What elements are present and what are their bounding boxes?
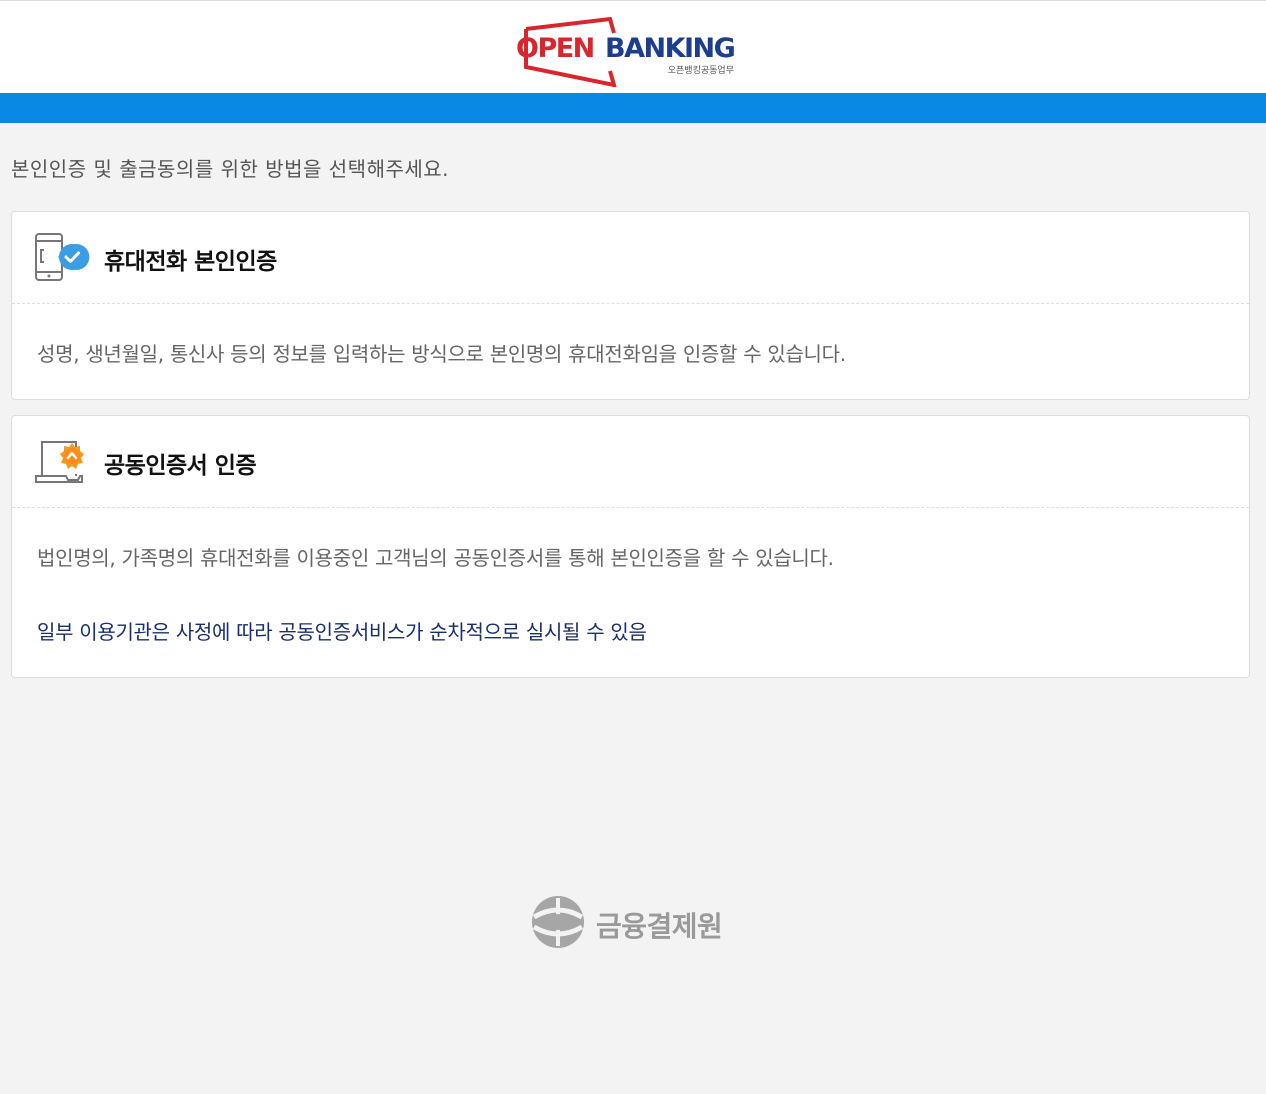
phone-auth-description: 성명, 생년월일, 통신사 등의 정보를 입력하는 방식으로 본인명의 휴대전화… <box>37 342 846 366</box>
certificate-auth-description: 법인명의, 가족명의 휴대전화를 이용중인 고객님의 공동인증서를 통해 본인인… <box>37 546 834 570</box>
instruction-text: 본인인증 및 출금동의를 위한 방법을 선택해주세요. <box>11 157 450 181</box>
logo-open-text: OPEN <box>516 33 595 64</box>
certificate-auth-header: 공동인증서 인증 <box>12 416 1249 508</box>
accent-bar <box>0 93 1266 123</box>
phone-check-icon <box>35 233 90 281</box>
certificate-auth-title: 공동인증서 인증 <box>104 453 257 479</box>
kftc-logo: 금융결제원 <box>529 893 739 953</box>
footer-org-name: 금융결제원 <box>596 910 723 943</box>
logo-subtitle: 오픈뱅킹공동업무 <box>667 66 734 76</box>
header: OPEN BANKING 오픈뱅킹공동업무 <box>0 0 1266 93</box>
phone-auth-header: 휴대전화 본인인증 <box>12 212 1249 304</box>
certificate-auth-note: 일부 이용기관은 사정에 따라 공동인증서비스가 순차적으로 실시될 수 있음 <box>37 620 647 644</box>
certificate-auth-option[interactable]: 공동인증서 인증 법인명의, 가족명의 휴대전화를 이용중인 고객님의 공동인증… <box>11 415 1250 678</box>
openbanking-logo: OPEN BANKING 오픈뱅킹공동업무 <box>514 15 738 87</box>
logo-banking-text: BANKING <box>605 33 736 64</box>
phone-auth-option[interactable]: 휴대전화 본인인증 성명, 생년월일, 통신사 등의 정보를 입력하는 방식으로… <box>11 211 1250 400</box>
phone-auth-title: 휴대전화 본인인증 <box>104 249 277 275</box>
kftc-logo-icon <box>532 896 584 948</box>
certificate-laptop-icon <box>35 441 84 483</box>
